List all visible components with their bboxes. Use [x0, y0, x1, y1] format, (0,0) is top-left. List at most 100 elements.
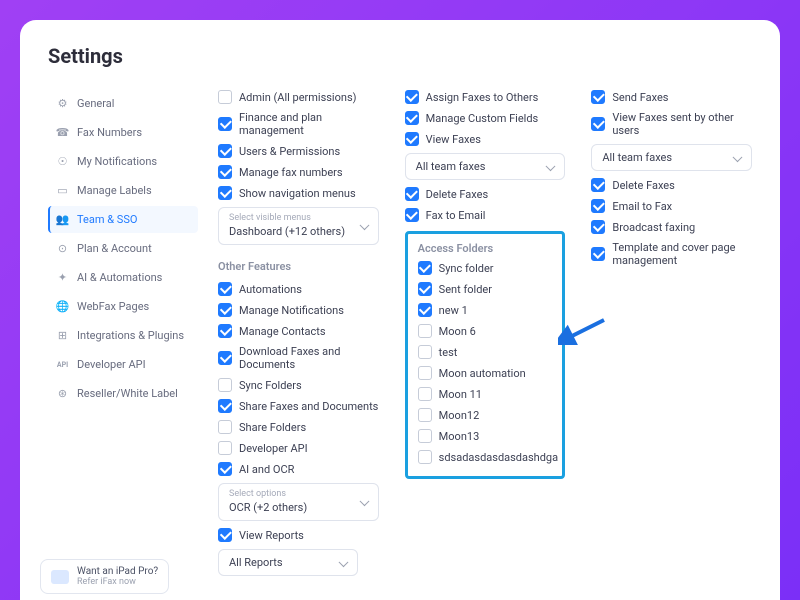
checkbox-manage-contacts[interactable]: Manage Contacts — [218, 324, 379, 338]
checkbox-fax-to-email[interactable]: Fax to Email — [405, 208, 566, 222]
checkbox-share-folders[interactable]: Share Folders — [218, 420, 379, 434]
checkbox-label: Sent folder — [439, 283, 492, 296]
checkbox-assign-faxes-to-others[interactable]: Assign Faxes to Others — [405, 90, 566, 104]
sidebar-item-label: Developer API — [77, 358, 146, 371]
sidebar-item-plan-account[interactable]: ⊙Plan & Account — [48, 235, 198, 262]
sidebar-item-fax-numbers[interactable]: ☎Fax Numbers — [48, 119, 198, 146]
checkbox-box — [418, 303, 432, 317]
sidebar-item-reseller-white-label[interactable]: ⊛ Reseller/White Label — [48, 380, 198, 407]
checkbox-box — [405, 90, 419, 104]
checkbox-label: View Faxes — [426, 133, 481, 146]
sidebar-icon: API — [56, 358, 69, 371]
checkbox-label: test — [439, 346, 458, 359]
checkbox-manage-custom-fields[interactable]: Manage Custom Fields — [405, 111, 566, 125]
checkbox-email-to-fax[interactable]: Email to Fax — [591, 199, 752, 213]
sidebar-icon: ☉ — [56, 155, 69, 168]
checkbox-show-navigation-menus[interactable]: Show navigation menus — [218, 186, 379, 200]
select-dropdown[interactable]: All team faxes — [405, 153, 566, 180]
column-1: Admin (All permissions) Finance and plan … — [218, 90, 379, 600]
checkbox-automations[interactable]: Automations — [218, 282, 379, 296]
sidebar-item-my-notifications[interactable]: ☉My Notifications — [48, 148, 198, 175]
select-dropdown[interactable]: Select optionsOCR (+2 others) — [218, 483, 379, 521]
sidebar-icon: 👥 — [56, 213, 69, 226]
checkbox-box — [418, 366, 432, 380]
sidebar-item-team-sso[interactable]: 👥 Team & SSO — [48, 206, 198, 233]
sidebar-item-ai-automations[interactable]: ✦AI & Automations — [48, 264, 198, 291]
checkbox-label: Assign Faxes to Others — [426, 91, 539, 104]
checkbox-moon12[interactable]: Moon12 — [418, 408, 553, 422]
select-dropdown[interactable]: All team faxes — [591, 144, 752, 171]
checkbox-ai-and-ocr[interactable]: AI and OCR — [218, 462, 379, 476]
promo-sub: Refer iFax now — [77, 577, 158, 587]
checkbox-delete-faxes[interactable]: Delete Faxes — [591, 178, 752, 192]
checkbox-moon-6[interactable]: Moon 6 — [418, 324, 553, 338]
checkbox-sync-folder[interactable]: Sync folder — [418, 261, 553, 275]
checkbox-label: Moon 6 — [439, 325, 476, 338]
checkbox-box — [405, 132, 419, 146]
select-hint: Select visible menus — [229, 214, 352, 223]
checkbox-sdsadasdasdasdashdga[interactable]: sdsadasdasdasdashdga — [418, 450, 553, 464]
checkbox-label: Delete Faxes — [426, 188, 488, 201]
checkbox-box — [218, 186, 232, 200]
checkbox-download-faxes-and-documents[interactable]: Download Faxes and Documents — [218, 345, 379, 371]
sidebar-item-webfax-pages[interactable]: 🌐WebFax Pages — [48, 293, 198, 320]
checkbox-box — [218, 282, 232, 296]
checkbox-manage-fax-numbers[interactable]: Manage fax numbers — [218, 165, 379, 179]
checkbox-finance-and-plan-management[interactable]: Finance and plan management — [218, 111, 379, 137]
checkbox-label: Email to Fax — [612, 200, 672, 213]
checkbox-box — [218, 90, 232, 104]
select-dropdown[interactable]: Select visible menusDashboard (+12 other… — [218, 207, 379, 245]
checkbox-label: Share Folders — [239, 421, 306, 434]
checkbox-sync-folders[interactable]: Sync Folders — [218, 378, 379, 392]
checkbox-box — [418, 345, 432, 359]
select-value: All team faxes — [602, 151, 672, 164]
sidebar-item-label: Reseller/White Label — [77, 387, 178, 400]
checkbox-label: Delete Faxes — [612, 179, 674, 192]
checkbox-box — [218, 117, 232, 131]
checkbox-box — [591, 247, 605, 261]
sidebar-item-label: Integrations & Plugins — [77, 329, 184, 342]
checkbox-sent-folder[interactable]: Sent folder — [418, 282, 553, 296]
promo-banner[interactable]: Want an iPad Pro? Refer iFax now — [40, 559, 169, 594]
checkbox-users-permissions[interactable]: Users & Permissions — [218, 144, 379, 158]
checkbox-delete-faxes[interactable]: Delete Faxes — [405, 187, 566, 201]
checkbox-share-faxes-and-documents[interactable]: Share Faxes and Documents — [218, 399, 379, 413]
checkbox-manage-notifications[interactable]: Manage Notifications — [218, 303, 379, 317]
checkbox-view-faxes-sent-by-other-users[interactable]: View Faxes sent by other users — [591, 111, 752, 137]
checkbox-moon-11[interactable]: Moon 11 — [418, 387, 553, 401]
checkbox-developer-api[interactable]: Developer API — [218, 441, 379, 455]
checkbox-view-reports[interactable]: View Reports — [218, 528, 379, 542]
checkbox-test[interactable]: test — [418, 345, 553, 359]
checkbox-view-faxes[interactable]: View Faxes — [405, 132, 566, 146]
checkbox-box — [418, 429, 432, 443]
checkbox-label: Moon13 — [439, 430, 480, 443]
checkbox-label: Template and cover page management — [612, 241, 752, 267]
sidebar-item-general[interactable]: ⚙General — [48, 90, 198, 117]
section-head-other-features: Other Features — [218, 260, 379, 273]
checkbox-moon-automation[interactable]: Moon automation — [418, 366, 553, 380]
checkbox-box — [418, 450, 432, 464]
checkbox-label: Sync Folders — [239, 379, 302, 392]
select-dropdown[interactable]: All Reports — [218, 549, 358, 576]
checkbox-label: Download Faxes and Documents — [239, 345, 379, 371]
sidebar-item-integrations-plugins[interactable]: ⊞Integrations & Plugins — [48, 322, 198, 349]
checkbox-send-faxes[interactable]: Send Faxes — [591, 90, 752, 104]
checkbox-label: View Faxes sent by other users — [612, 111, 752, 137]
checkbox-label: Fax to Email — [426, 209, 486, 222]
checkbox-label: new 1 — [439, 304, 468, 317]
sidebar-item-label: Team & SSO — [77, 213, 137, 226]
checkbox-box — [218, 144, 232, 158]
checkbox-broadcast-faxing[interactable]: Broadcast faxing — [591, 220, 752, 234]
checkbox-label: Sync folder — [439, 262, 494, 275]
checkbox-box — [218, 165, 232, 179]
checkbox-moon13[interactable]: Moon13 — [418, 429, 553, 443]
sidebar-item-manage-labels[interactable]: ▭Manage Labels — [48, 177, 198, 204]
sidebar-item-developer-api[interactable]: API Developer API — [48, 351, 198, 378]
checkbox-template-and-cover-page-management[interactable]: Template and cover page management — [591, 241, 752, 267]
sidebar-icon: ⊛ — [56, 387, 69, 400]
checkbox-box — [405, 208, 419, 222]
checkbox-box — [405, 111, 419, 125]
checkbox-label: Manage Custom Fields — [426, 112, 539, 125]
checkbox-admin-all-permissions-[interactable]: Admin (All permissions) — [218, 90, 379, 104]
checkbox-new-1[interactable]: new 1 — [418, 303, 553, 317]
